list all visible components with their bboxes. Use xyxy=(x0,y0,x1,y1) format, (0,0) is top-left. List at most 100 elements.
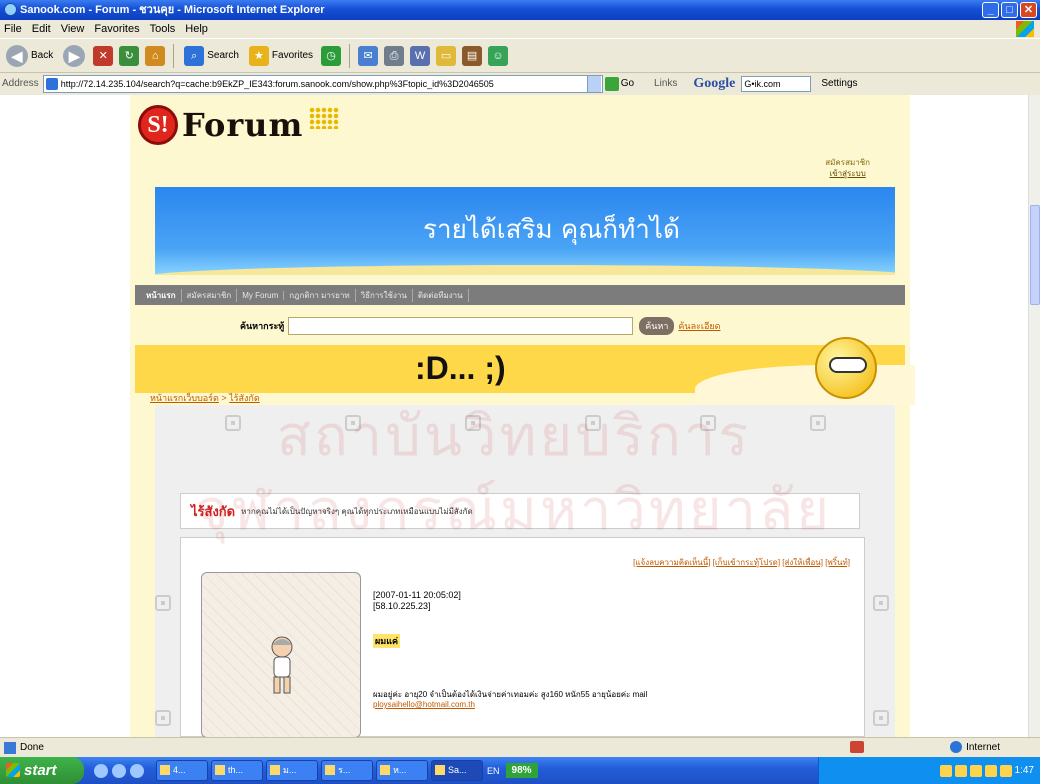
back-button[interactable]: ◀ Back xyxy=(4,43,55,69)
nav-my-forum[interactable]: My Forum xyxy=(237,290,285,300)
start-button[interactable]: start xyxy=(0,757,84,784)
post-email-link[interactable]: ploysaihello@hotmail.com.th xyxy=(373,700,475,709)
category-tip: ไร้สังกัด หากคุณไม่ได้เป็นปัญหาจริงๆ คุณ… xyxy=(180,493,860,529)
post-card: [แจ้งลบความคิดเห็นนี้] [เก็บเข้ากระทู้โป… xyxy=(180,537,865,737)
task-button[interactable]: 4... xyxy=(156,760,208,781)
scrollbar-thumb[interactable] xyxy=(1030,205,1040,305)
menu-view[interactable]: View xyxy=(61,23,85,35)
forum-search: ค้นหากระทู้ ค้นหา ค้นละเอียด xyxy=(240,317,721,335)
send-friend-link[interactable]: [ส่งให้เพื่อน] xyxy=(782,558,823,567)
address-url: http://72.14.235.104/search?q=cache:b9Ek… xyxy=(60,78,494,89)
watermark-icon xyxy=(810,415,826,431)
status-bar: Done Internet xyxy=(0,737,1040,757)
breadcrumb: หน้าแรกเว็บบอร์ด > ไร้สังกัด xyxy=(150,391,260,405)
print-link[interactable]: [พริ้นท์] xyxy=(825,558,850,567)
window-title: Sanook.com - Forum - ชวนคุย - Microsoft … xyxy=(20,4,325,16)
search-input[interactable] xyxy=(288,317,634,335)
tray-icon[interactable] xyxy=(954,764,967,777)
quicklaunch-desktop-icon[interactable] xyxy=(130,763,144,778)
google-search-input[interactable]: G•ik.com xyxy=(741,75,812,92)
forum-logo[interactable]: S! Forum xyxy=(138,105,340,145)
avatar-figure-icon xyxy=(271,636,293,694)
nav-home[interactable]: หน้าแรก xyxy=(141,288,182,302)
register-link[interactable]: สมัครสมาชิก xyxy=(825,157,870,168)
quicklaunch-media-icon[interactable] xyxy=(112,763,126,778)
language-indicator[interactable]: EN xyxy=(487,766,500,776)
watermark-icon xyxy=(700,415,716,431)
ie-icon xyxy=(4,3,17,16)
task-button[interactable]: ม... xyxy=(266,760,318,781)
mail-icon[interactable]: ✉ xyxy=(358,45,379,66)
menu-edit[interactable]: Edit xyxy=(32,23,51,35)
favorites-button[interactable]: ★ Favorites xyxy=(247,43,315,69)
task-button[interactable]: th... xyxy=(211,760,263,781)
stop-icon[interactable]: ✕ xyxy=(93,45,114,66)
vertical-scrollbar[interactable] xyxy=(1028,95,1040,737)
login-link[interactable]: เข้าสู่ระบบ xyxy=(825,168,870,179)
google-toolbar-logo[interactable]: Google xyxy=(693,76,735,92)
forum-page: S! Forum สมัครสมาชิก เข้าสู่ระบบ รายได้เ… xyxy=(130,95,915,737)
ad-banner[interactable]: รายได้เสริม คุณก็ทำได้ xyxy=(155,187,895,275)
history-icon[interactable]: ◷ xyxy=(321,45,342,66)
menu-file[interactable]: File xyxy=(4,23,22,35)
address-input[interactable]: http://72.14.235.104/search?q=cache:b9Ek… xyxy=(42,74,603,93)
quicklaunch-ie-icon[interactable] xyxy=(94,763,108,778)
forward-arrow-icon: ▶ xyxy=(63,44,86,67)
watermark-icon xyxy=(225,415,241,431)
security-zone: Internet xyxy=(950,741,1000,753)
links-button[interactable]: Links xyxy=(654,78,677,89)
menu-bar: File Edit View Favorites Tools Help xyxy=(0,20,1040,38)
advanced-search-link[interactable]: ค้นละเอียด xyxy=(678,319,720,333)
search-label: ค้นหากระทู้ xyxy=(240,321,285,331)
search-button[interactable]: ⌕ Search xyxy=(182,43,241,69)
task-button-active[interactable]: Sa... xyxy=(431,760,483,781)
go-button[interactable]: Go xyxy=(604,76,634,91)
messenger-icon[interactable]: ☺ xyxy=(488,45,509,66)
task-button[interactable]: ร... xyxy=(321,760,373,781)
print-icon[interactable]: ⎙ xyxy=(384,45,405,66)
page-done-icon xyxy=(4,741,16,754)
clock: 1:47 xyxy=(1014,765,1034,776)
breadcrumb-current[interactable]: ไร้สังกัด xyxy=(229,393,260,403)
tray-icon[interactable] xyxy=(999,764,1012,777)
smiley-icon xyxy=(815,337,877,399)
emoticon-strip: :D... ;) xyxy=(135,337,915,405)
task-button[interactable]: ห... xyxy=(376,760,428,781)
battery-level: 98% xyxy=(505,763,538,778)
toolbar-separator xyxy=(173,43,175,68)
report-link[interactable]: [แจ้งลบความคิดเห็นนี้] xyxy=(633,558,710,567)
strip-decoration xyxy=(695,365,915,405)
banner-decoration xyxy=(155,265,895,275)
nav-how-to[interactable]: วิธีการใช้งาน xyxy=(356,288,413,302)
home-icon[interactable]: ⌂ xyxy=(145,45,166,66)
tray-icon[interactable] xyxy=(969,764,982,777)
tray-icon[interactable] xyxy=(984,764,997,777)
tray-icon[interactable] xyxy=(939,764,952,777)
go-arrow-icon xyxy=(604,76,619,91)
maximize-button[interactable]: □ xyxy=(1001,2,1018,18)
popup-blocker-icon[interactable] xyxy=(850,741,864,753)
refresh-icon[interactable]: ↻ xyxy=(119,45,140,66)
forward-button[interactable]: ▶ xyxy=(61,43,87,69)
address-dropdown[interactable] xyxy=(586,75,601,92)
folder-icon[interactable]: ▭ xyxy=(436,45,457,66)
edit-icon[interactable]: W xyxy=(410,45,431,66)
close-button[interactable]: ✕ xyxy=(1020,2,1037,18)
menu-favorites[interactable]: Favorites xyxy=(94,23,139,35)
settings-button[interactable]: Settings xyxy=(821,78,857,89)
windows-logo-icon xyxy=(1016,21,1034,37)
browser-viewport: S! Forum สมัครสมาชิก เข้าสู่ระบบ รายได้เ… xyxy=(0,95,1028,737)
menu-tools[interactable]: Tools xyxy=(150,23,176,35)
post-date: [2007-01-11 20:05:02] xyxy=(373,590,461,600)
minimize-button[interactable]: _ xyxy=(982,2,999,18)
window-titlebar[interactable]: Sanook.com - Forum - ชวนคุย - Microsoft … xyxy=(0,0,1040,20)
bookmark-link[interactable]: [เก็บเข้ากระทู้โปรด] xyxy=(713,558,780,567)
nav-rules[interactable]: กฎกติกา มารยาท xyxy=(284,288,356,302)
poster-name[interactable]: ผมแค่ xyxy=(373,634,401,648)
search-submit-button[interactable]: ค้นหา xyxy=(639,317,675,335)
menu-help[interactable]: Help xyxy=(185,23,208,35)
nav-register[interactable]: สมัครสมาชิก xyxy=(182,288,238,302)
nav-contact[interactable]: ติดต่อทีมงาน xyxy=(413,288,469,302)
research-icon[interactable]: ▤ xyxy=(462,45,483,66)
breadcrumb-home[interactable]: หน้าแรกเว็บบอร์ด xyxy=(150,393,219,403)
